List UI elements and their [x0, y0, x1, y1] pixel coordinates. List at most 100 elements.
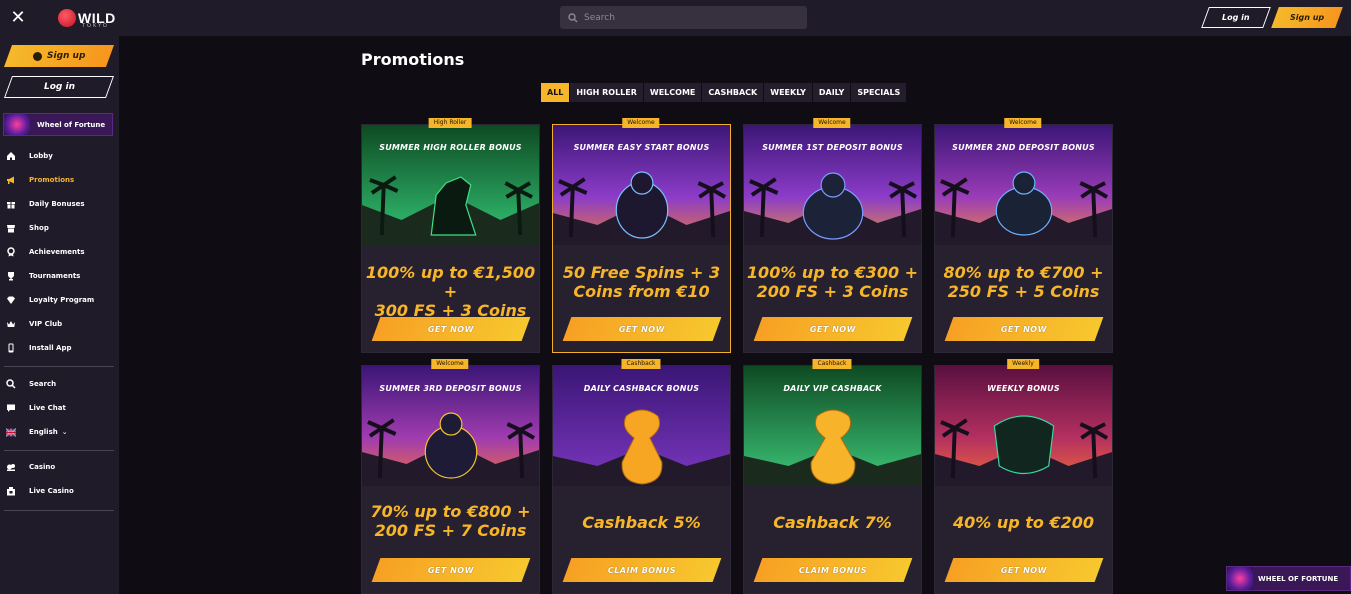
sidebar-item-promotions[interactable]: Promotions: [0, 168, 119, 192]
promo-offer-line: 100% up to €300 +: [746, 263, 919, 282]
sidebar-item-live-casino[interactable]: Live Casino: [0, 479, 119, 503]
filter-tab-all[interactable]: ALL: [541, 83, 571, 102]
sidebar-item-language[interactable]: English ⌄: [0, 420, 119, 444]
get-now-button[interactable]: GET NOW: [944, 558, 1104, 582]
category-badge: High Roller: [428, 118, 472, 128]
phone-icon: [6, 343, 16, 353]
cta-label: GET NOW: [427, 324, 475, 334]
cta-label: GET NOW: [1000, 565, 1048, 575]
shop-icon: [6, 223, 16, 233]
promo-card-title: DAILY VIP CASHBACK: [783, 384, 882, 393]
sidebar-item-label: Live Casino: [29, 487, 74, 495]
filter-tab-specials[interactable]: SPECIALS: [851, 83, 908, 102]
claim-bonus-button[interactable]: CLAIM BONUS: [753, 558, 913, 582]
promo-card[interactable]: WEEKLY BONUS 40% up to €200 GET NOW: [934, 365, 1113, 594]
filter-tab-welcome[interactable]: WELCOME: [643, 83, 703, 102]
sidebar-item-label: Lobby: [29, 152, 53, 160]
megaphone-icon: [6, 175, 16, 185]
promo-card[interactable]: SUMMER 1ST DEPOSIT BONUS 100% up to €300…: [743, 124, 922, 353]
promo-card[interactable]: DAILY CASHBACK BONUS Cashback 5% CLAIM B…: [552, 365, 731, 594]
diamond-icon: [6, 295, 16, 305]
promo-card[interactable]: SUMMER HIGH ROLLER BONUS 100% up to €1,5…: [361, 124, 540, 353]
sidebar-item-label: Promotions: [29, 176, 75, 184]
get-now-button[interactable]: GET NOW: [753, 317, 913, 341]
promo-card-offer: 100% up to €1,500 + 300 FS + 3 Coins: [362, 263, 539, 320]
wheel-of-fortune-thumbnail-icon: [1227, 567, 1253, 590]
sidebar-item-vip-club[interactable]: VIP Club: [0, 312, 119, 336]
sidebar: Sign up Log in Wheel of Fortune Lobby Pr…: [0, 36, 119, 594]
promo-offer-line: 200 FS + 7 Coins: [374, 521, 527, 540]
wheel-of-fortune-thumbnail-icon: [4, 114, 30, 135]
promo-offer-line: 200 FS + 3 Coins: [756, 282, 909, 301]
sidebar-login-button[interactable]: Log in: [3, 76, 115, 98]
sidebar-item-lobby[interactable]: Lobby: [0, 144, 119, 168]
promo-card-title: SUMMER 1ST DEPOSIT BONUS: [762, 143, 903, 152]
get-now-button[interactable]: GET NOW: [944, 317, 1104, 341]
promo-card[interactable]: SUMMER EASY START BONUS 50 Free Spins + …: [552, 124, 731, 353]
promo-card-offer: Cashback 5%: [553, 513, 730, 532]
sidebar-item-label: Install App: [29, 344, 72, 352]
promo-card-title: SUMMER EASY START BONUS: [573, 143, 710, 152]
promo-offer-line: Cashback 7%: [773, 513, 892, 532]
sidebar-item-shop[interactable]: Shop: [0, 216, 119, 240]
header-signup-button[interactable]: Sign up: [1271, 7, 1343, 28]
page-title: Promotions: [361, 50, 465, 69]
sidebar-wheel-of-fortune[interactable]: Wheel of Fortune: [3, 113, 113, 136]
promo-card[interactable]: SUMMER 3RD DEPOSIT BONUS 70% up to €800 …: [361, 365, 540, 594]
sidebar-item-label: Shop: [29, 224, 49, 232]
sidebar-signup-label: Sign up: [46, 51, 86, 61]
sidebar-item-install-app[interactable]: Install App: [0, 336, 119, 360]
promo-offer-line: 70% up to €800 +: [370, 502, 531, 521]
filter-tab-weekly[interactable]: WEEKLY: [764, 83, 813, 102]
filter-tab-cashback[interactable]: CASHBACK: [702, 83, 765, 102]
search-icon: [568, 12, 578, 22]
promo-offer-line: Coins from €10: [573, 282, 710, 301]
promo-card-offer: 80% up to €700 + 250 FS + 5 Coins: [935, 263, 1112, 301]
filter-tab-high-roller[interactable]: HIGH ROLLER: [570, 83, 644, 102]
sidebar-item-search[interactable]: Search: [0, 372, 119, 396]
promo-offer-line: Cashback 5%: [582, 513, 701, 532]
search-input[interactable]: [584, 12, 784, 23]
promo-card[interactable]: SUMMER 2ND DEPOSIT BONUS 80% up to €700 …: [934, 124, 1113, 353]
gift-icon: [6, 199, 16, 209]
promo-card[interactable]: DAILY VIP CASHBACK Cashback 7% CLAIM BON…: [743, 365, 922, 594]
cta-label: GET NOW: [1000, 324, 1048, 334]
search-bar[interactable]: [560, 6, 807, 29]
medal-icon: [6, 247, 16, 257]
sidebar-item-loyalty-program[interactable]: Loyalty Program: [0, 288, 119, 312]
logo-sub: TOKYO: [82, 23, 109, 29]
close-icon[interactable]: ✕: [10, 8, 26, 28]
promo-card-title: WEEKLY BONUS: [987, 384, 1060, 393]
sidebar-item-achievements[interactable]: Achievements: [0, 240, 119, 264]
claim-bonus-button[interactable]: CLAIM BONUS: [562, 558, 722, 582]
home-icon: [6, 151, 16, 161]
get-now-button[interactable]: GET NOW: [371, 317, 531, 341]
logo[interactable]: WILD TOKYO: [58, 8, 116, 29]
category-badge: Weekly: [1007, 359, 1039, 369]
sidebar-item-daily-bonuses[interactable]: Daily Bonuses: [0, 192, 119, 216]
wheel-of-fortune-widget[interactable]: WHEEL OF FORTUNE: [1226, 566, 1351, 591]
sidebar-item-label: Tournaments: [29, 272, 81, 280]
cta-label: GET NOW: [427, 565, 475, 575]
sidebar-item-label: Live Chat: [29, 404, 66, 412]
filter-tab-daily[interactable]: DAILY: [812, 83, 852, 102]
sidebar-item-tournaments[interactable]: Tournaments: [0, 264, 119, 288]
logo-sun-icon: [58, 9, 76, 27]
category-badge: Cashback: [812, 359, 852, 369]
promo-card-offer: 40% up to €200: [935, 513, 1112, 532]
chevron-down-icon: ⌄: [61, 428, 68, 436]
category-badge: Welcome: [1004, 118, 1042, 128]
sidebar-signup-button[interactable]: Sign up: [3, 45, 115, 67]
header-login-button[interactable]: Log in: [1201, 7, 1271, 28]
promo-card-title: SUMMER HIGH ROLLER BONUS: [379, 143, 522, 152]
sidebar-item-live-chat[interactable]: Live Chat: [0, 396, 119, 420]
smiley-icon: [32, 51, 42, 61]
promo-card-offer: 70% up to €800 + 200 FS + 7 Coins: [362, 502, 539, 540]
crown-icon: [6, 319, 16, 329]
promo-offer-line: 50 Free Spins + 3: [562, 263, 721, 282]
sidebar-item-casino[interactable]: Casino: [0, 455, 119, 479]
get-now-button[interactable]: GET NOW: [562, 317, 722, 341]
top-header: ✕ WILD TOKYO Log in Sign up: [0, 0, 1351, 36]
get-now-button[interactable]: GET NOW: [371, 558, 531, 582]
sidebar-login-label: Log in: [43, 82, 75, 92]
